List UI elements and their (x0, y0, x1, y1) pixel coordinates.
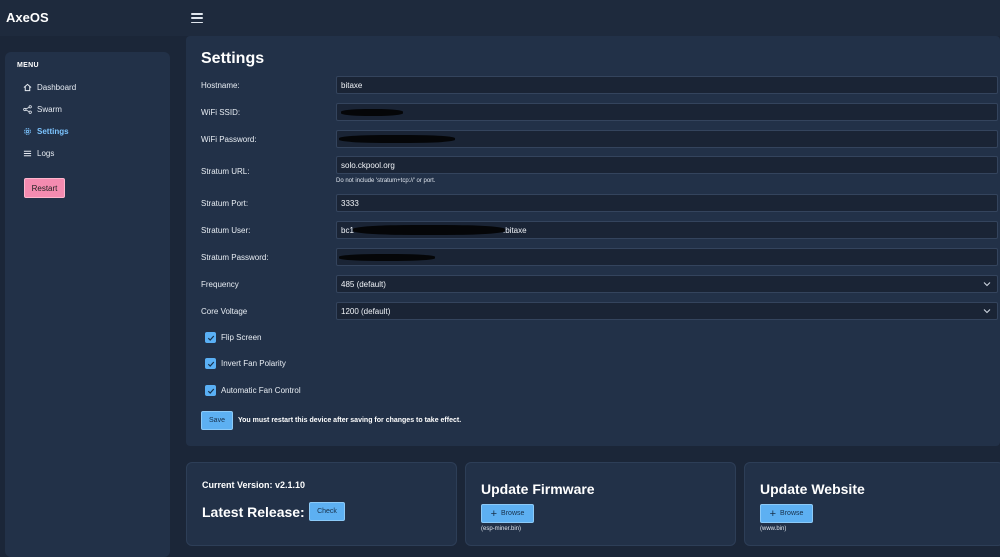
redaction-mark (353, 225, 505, 235)
gear-icon (24, 127, 31, 135)
website-browse-button[interactable]: + Browse (760, 504, 813, 523)
list-icon (23, 150, 32, 156)
version-card: Current Version: v2.1.10 Latest Release:… (186, 462, 457, 546)
home-icon (23, 83, 32, 91)
check-icon (207, 388, 214, 394)
update-website-card: Update Website + Browse (www.bin) (744, 462, 1000, 546)
share-icon (23, 104, 32, 114)
chevron-down-icon (983, 282, 991, 287)
hostname-input[interactable]: bitaxe (336, 76, 998, 94)
sidebar: MENU Dashboard Swarm Settings Logs Resta… (5, 52, 170, 557)
firmware-browse-button[interactable]: + Browse (481, 504, 534, 523)
update-firmware-title: Update Firmware (481, 481, 595, 497)
website-file-hint: (www.bin) (760, 526, 787, 532)
redaction-mark (339, 254, 435, 261)
automatic-fan-control-checkbox[interactable]: Automatic Fan Control (205, 385, 301, 396)
stratum-port-label: Stratum Port: (201, 199, 249, 208)
settings-panel: Settings Hostname: bitaxe WiFi SSID: WiF… (186, 36, 1000, 446)
frequency-select[interactable]: 485 (default) (336, 275, 998, 293)
wifi-password-label: WiFi Password: (201, 135, 257, 144)
stratum-port-input[interactable]: 3333 (336, 194, 998, 212)
plus-icon: + (490, 507, 498, 520)
save-note: You must restart this device after savin… (238, 417, 462, 424)
firmware-file-hint: (esp-miner.bin) (481, 526, 522, 532)
checkbox-checked[interactable] (205, 358, 216, 369)
wifi-ssid-label: WiFi SSID: (201, 108, 241, 117)
plus-icon: + (769, 507, 777, 520)
stratum-password-label: Stratum Password: (201, 253, 269, 262)
check-button[interactable]: Check (309, 502, 345, 521)
sidebar-item-logs[interactable]: Logs (23, 146, 54, 160)
wifi-password-input[interactable] (336, 130, 998, 148)
check-icon (207, 361, 214, 367)
core-voltage-label: Core Voltage (201, 307, 248, 316)
menu-title: MENU (17, 62, 39, 69)
check-icon (207, 335, 214, 341)
checkbox-checked[interactable] (205, 332, 216, 343)
sidebar-item-label: Settings (37, 126, 69, 136)
sidebar-item-label: Logs (37, 148, 55, 158)
app-title: AxeOS (6, 10, 49, 25)
update-website-title: Update Website (760, 481, 865, 497)
redaction-mark (341, 109, 403, 116)
sidebar-item-settings[interactable]: Settings (23, 124, 69, 138)
stratum-password-input[interactable] (336, 248, 998, 266)
redaction-mark (339, 135, 455, 143)
chevron-down-icon (983, 309, 991, 314)
stratum-url-hint: Do not include 'stratum+tcp://' or port. (336, 178, 436, 184)
checkbox-checked[interactable] (205, 385, 216, 396)
hamburger-menu-icon[interactable] (191, 13, 203, 23)
frequency-label: Frequency (201, 280, 239, 289)
restart-button[interactable]: Restart (24, 178, 65, 198)
flip-screen-checkbox[interactable]: Flip Screen (205, 332, 261, 343)
hostname-label: Hostname: (201, 81, 240, 90)
sidebar-item-label: Swarm (37, 104, 62, 114)
stratum-user-label: Stratum User: (201, 226, 251, 235)
sidebar-item-dashboard[interactable]: Dashboard (23, 80, 76, 94)
invert-fan-polarity-checkbox[interactable]: Invert Fan Polarity (205, 358, 286, 369)
stratum-url-label: Stratum URL: (201, 167, 250, 176)
sidebar-item-swarm[interactable]: Swarm (23, 102, 62, 116)
update-firmware-card: Update Firmware + Browse (esp-miner.bin) (465, 462, 736, 546)
current-version: Current Version: v2.1.10 (202, 480, 306, 490)
top-bar: AxeOS (0, 0, 1000, 36)
stratum-url-input[interactable]: solo.ckpool.org (336, 156, 998, 174)
stratum-user-input[interactable]: bc1 .bitaxe (336, 221, 998, 239)
page-title: Settings (201, 50, 265, 67)
save-button[interactable]: Save (201, 411, 233, 430)
sidebar-item-label: Dashboard (37, 82, 77, 92)
wifi-ssid-input[interactable] (336, 103, 998, 121)
core-voltage-select[interactable]: 1200 (default) (336, 302, 998, 320)
latest-release-label: Latest Release: (202, 504, 305, 520)
